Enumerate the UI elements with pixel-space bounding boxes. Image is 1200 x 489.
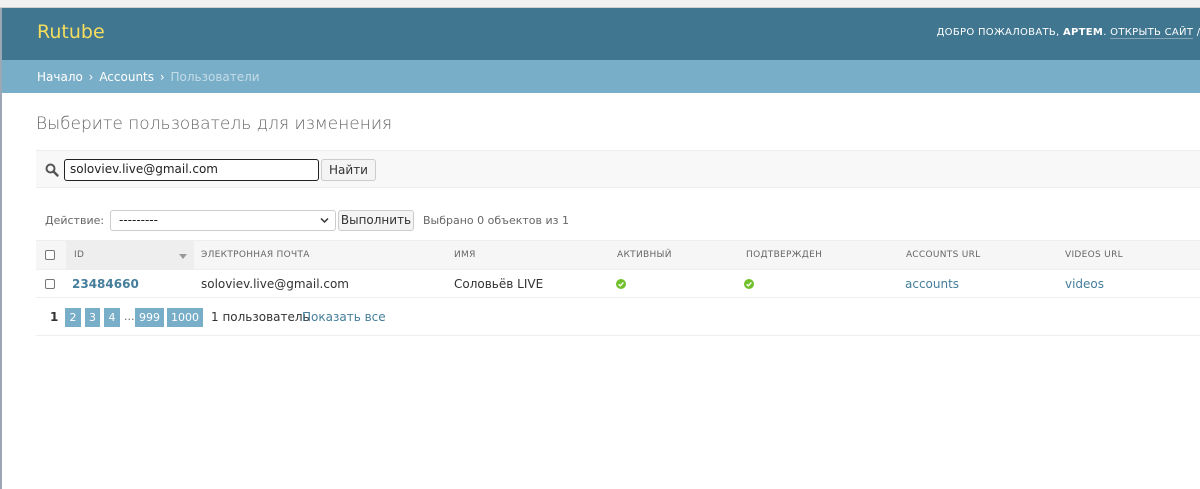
results-table: ID ЭЛЕКТРОННАЯ ПОЧТА ИМЯ АКТИВНЫЙ ПОДТВЕ…	[36, 240, 1200, 298]
action-label: Действие:	[45, 214, 105, 227]
sort-descending-icon[interactable]	[179, 254, 187, 259]
table-row: 23484660 soloviev.live@gmail.com Соловьё…	[36, 269, 1200, 298]
user-id-link[interactable]: 23484660	[72, 277, 139, 291]
breadcrumb-app[interactable]: Accounts	[99, 70, 154, 84]
page-link-999[interactable]: 999	[135, 308, 164, 327]
breadcrumb: Начало › Accounts › Пользователи	[2, 60, 1200, 93]
page-link-3[interactable]: 3	[85, 308, 100, 327]
cell-videos-url: videos	[1061, 269, 1200, 298]
user-tools-dot: .	[1103, 27, 1107, 38]
page-title: Выберите пользователь для изменения	[36, 114, 393, 134]
view-site-link[interactable]: ОТКРЫТЬ САЙТ	[1110, 27, 1194, 39]
site-brand[interactable]: Rutube	[37, 21, 105, 43]
breadcrumb-separator: ›	[88, 70, 94, 84]
chevron-down-icon	[320, 217, 329, 224]
search-input[interactable]: soloviev.live@gmail.com	[64, 159, 319, 181]
cell-id: 23484660	[66, 269, 194, 298]
breadcrumb-home[interactable]: Начало	[37, 70, 83, 84]
column-header-name[interactable]: ИМЯ	[448, 240, 613, 270]
cell-active	[613, 269, 741, 298]
row-checkbox[interactable]	[45, 279, 55, 289]
actions-bar: Действие: --------- Выполнить Выбрано 0 …	[36, 208, 1200, 234]
cell-email: soloviev.live@gmail.com	[194, 269, 448, 298]
current-page: 1	[50, 310, 59, 324]
column-header-label: ID	[74, 250, 85, 260]
page-link-2[interactable]: 2	[65, 308, 81, 327]
run-action-button[interactable]: Выполнить	[338, 210, 414, 231]
user-tools: ДОБРО ПОЖАЛОВАТЬ, АРТЕМ. ОТКРЫТЬ САЙТ / …	[936, 27, 1200, 39]
column-header-id[interactable]: ID	[66, 240, 194, 270]
action-select[interactable]: ---------	[110, 210, 336, 231]
site-header: Rutube ДОБРО ПОЖАЛОВАТЬ, АРТЕМ. ОТКРЫТЬ …	[2, 8, 1200, 60]
pagination-ellipsis: ...	[124, 310, 135, 323]
breadcrumb-separator: ›	[159, 70, 165, 84]
page-link-4[interactable]: 4	[104, 308, 120, 327]
breadcrumb-current: Пользователи	[170, 70, 260, 84]
row-select-cell	[36, 269, 66, 298]
check-circle-icon	[616, 279, 626, 289]
welcome-text: ДОБРО ПОЖАЛОВАТЬ,	[936, 27, 1060, 38]
result-count: 1 пользователь	[211, 310, 310, 324]
show-all-link[interactable]: Показать все	[302, 310, 386, 324]
column-header-active[interactable]: АКТИВНЫЙ	[613, 240, 741, 270]
videos-url-link[interactable]: videos	[1065, 277, 1104, 291]
cell-name: Соловьёв LIVE	[448, 269, 613, 298]
accounts-url-link[interactable]: accounts	[905, 277, 959, 291]
cell-confirmed	[741, 269, 901, 298]
search-icon	[45, 163, 59, 177]
table-header-row: ID ЭЛЕКТРОННАЯ ПОЧТА ИМЯ АКТИВНЫЙ ПОДТВЕ…	[36, 240, 1200, 270]
page-link-1000[interactable]: 1000	[167, 308, 203, 327]
search-toolbar: soloviev.live@gmail.com Найти	[36, 150, 1200, 188]
browser-top-strip	[0, 0, 1200, 8]
selection-counter: Выбрано 0 объектов из 1	[423, 214, 569, 227]
action-select-value: ---------	[119, 213, 158, 227]
column-header-confirmed[interactable]: ПОДТВЕРЖДЕН	[741, 240, 901, 270]
select-all-checkbox[interactable]	[45, 249, 55, 260]
column-header-accounts-url: ACCOUNTS URL	[901, 240, 1061, 270]
column-header-videos-url: VIDEOS URL	[1061, 240, 1200, 270]
column-header-email[interactable]: ЭЛЕКТРОННАЯ ПОЧТА	[194, 240, 448, 270]
search-button[interactable]: Найти	[321, 159, 376, 181]
check-circle-icon	[744, 279, 754, 289]
username: АРТЕМ	[1063, 27, 1104, 38]
cell-accounts-url: accounts	[901, 269, 1061, 298]
select-all-header	[36, 240, 66, 270]
paginator: 1 2 3 4 ... 999 1000 1 пользователь Пока…	[36, 298, 1200, 336]
user-tools-separator: / Д	[1193, 27, 1200, 38]
